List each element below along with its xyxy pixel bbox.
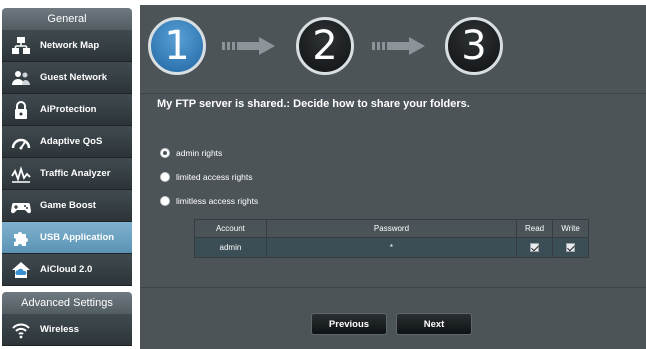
table-row: admin * (194, 237, 589, 258)
sidebar-item-label: Game Boost (40, 200, 96, 211)
sidebar-general-header: General (2, 8, 132, 30)
column-header-password: Password (265, 219, 518, 238)
option-limited-access-rights[interactable]: limited access rights (160, 165, 258, 189)
sidebar-item-label: AiCloud 2.0 (40, 264, 93, 275)
sidebar-item-label: Traffic Analyzer (40, 168, 111, 179)
guest-network-icon (10, 67, 32, 89)
write-checkbox[interactable] (566, 243, 576, 253)
sidebar-item-aiprotection[interactable]: AiProtection (2, 94, 132, 126)
sidebar-item-wireless[interactable]: Wireless (2, 314, 132, 346)
radio-label: admin rights (176, 148, 223, 158)
radio-label: limitless access rights (176, 196, 259, 206)
share-mode-radio-group: admin rights limited access rights limit… (160, 141, 258, 213)
sidebar-item-traffic-analyzer[interactable]: Traffic Analyzer (2, 158, 132, 190)
account-cell: admin (194, 237, 267, 258)
previous-button[interactable]: Previous (311, 313, 387, 335)
divider (140, 287, 646, 288)
read-checkbox[interactable] (530, 243, 540, 253)
account-table: Account Password Read Write admin * (194, 219, 589, 258)
option-limitless-access-rights[interactable]: limitless access rights (160, 189, 258, 213)
lock-icon (10, 99, 32, 121)
divider (140, 93, 646, 94)
puzzle-icon (10, 227, 32, 249)
step-arrow-icon (372, 37, 425, 55)
sidebar-item-label: Wireless (40, 324, 79, 335)
step-indicator: 2 (296, 17, 354, 75)
sidebar-advanced-header: Advanced Settings (2, 292, 132, 314)
radio-label: limited access rights (176, 172, 253, 182)
network-map-icon (10, 35, 32, 57)
traffic-wave-icon (10, 163, 32, 185)
sidebar-item-game-boost[interactable]: Game Boost (2, 190, 132, 222)
step-indicator-current: 1 (148, 17, 206, 75)
sidebar-item-aicloud[interactable]: AiCloud 2.0 (2, 254, 132, 286)
step-arrow-icon (222, 37, 275, 55)
sidebar-item-label: Adaptive QoS (40, 136, 103, 147)
sidebar-item-network-map[interactable]: Network Map (2, 30, 132, 62)
sidebar-item-guest-network[interactable]: Guest Network (2, 62, 132, 94)
read-cell (516, 237, 554, 258)
wifi-icon (10, 319, 32, 341)
column-header-read: Read (516, 219, 554, 238)
main-panel: 1 2 3 My FTP server is shared.: Decide h… (140, 5, 646, 349)
write-cell (552, 237, 589, 258)
next-button[interactable]: Next (396, 313, 472, 335)
gamepad-icon (10, 195, 32, 217)
radio-button[interactable] (160, 172, 170, 182)
table-header-row: Account Password Read Write (194, 219, 589, 238)
column-header-account: Account (194, 219, 267, 238)
sidebar-item-label: Guest Network (40, 72, 108, 83)
sidebar-item-adaptive-qos[interactable]: Adaptive QoS (2, 126, 132, 158)
sidebar-item-label: USB Application (40, 232, 115, 243)
sidebar-item-usb-application[interactable]: USB Application (2, 222, 132, 254)
wizard-steps: 1 2 3 (140, 5, 646, 81)
radio-button[interactable] (160, 196, 170, 206)
sidebar-item-label: Network Map (40, 40, 100, 51)
gauge-icon (10, 131, 32, 153)
column-header-write: Write (552, 219, 589, 238)
step-indicator: 3 (445, 17, 503, 75)
cloud-house-icon (10, 259, 32, 281)
radio-button[interactable] (160, 148, 170, 158)
page-title: My FTP server is shared.: Decide how to … (157, 98, 470, 110)
password-cell: * (265, 237, 518, 258)
option-admin-rights[interactable]: admin rights (160, 141, 258, 165)
sidebar: General Network Map Guest Network AiProt… (2, 8, 132, 349)
sidebar-item-label: AiProtection (40, 104, 97, 115)
